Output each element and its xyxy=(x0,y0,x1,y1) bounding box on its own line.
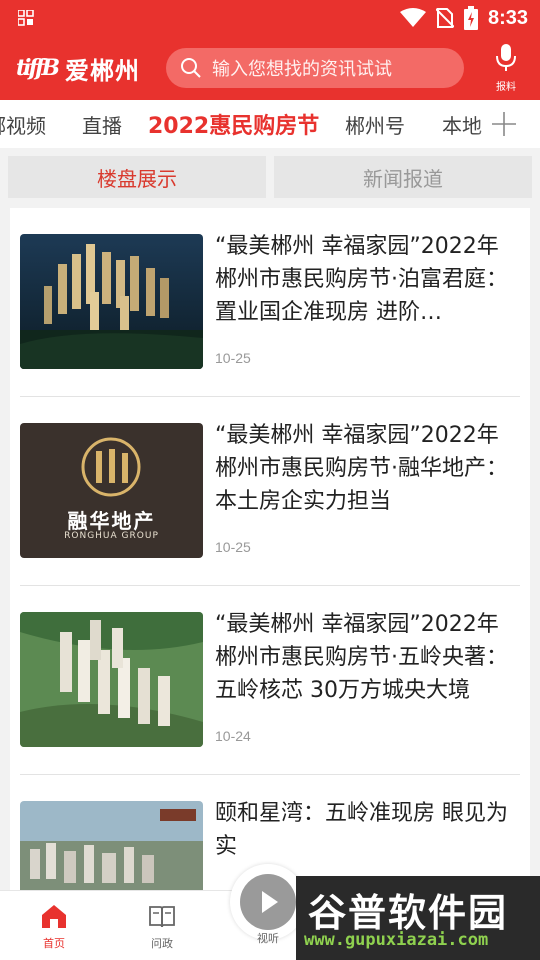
search-bar[interactable]: 输入您想找的资讯试试 xyxy=(166,48,464,88)
play-icon xyxy=(262,891,278,913)
apps-grid-icon xyxy=(18,10,34,26)
news-title: “最美郴州 幸福家园”2022年郴州市惠民购房节·融华地产：本土房企实力担当 xyxy=(215,423,508,514)
news-item[interactable]: 融华地产 RONGHUA GROUP “最美郴州 幸福家园”2022年郴州市惠民… xyxy=(20,397,520,586)
news-thumbnail xyxy=(20,612,203,747)
search-placeholder: 输入您想找的资讯试试 xyxy=(212,59,392,80)
news-item[interactable]: “最美郴州 幸福家园”2022年郴州市惠民购房节·泊富君庭：置业国企准现房 进阶… xyxy=(20,208,520,397)
news-date: 10-25 xyxy=(215,539,251,555)
logo-text: 爱郴州 xyxy=(65,56,141,85)
thumb-brand-text: 融华地产 xyxy=(67,509,156,533)
app-logo[interactable]: tiffB 爱郴州 xyxy=(16,50,140,86)
subtab-news-reports[interactable]: 新闻报道 xyxy=(274,156,532,198)
subtab-property-showcase[interactable]: 楼盘展示 xyxy=(8,156,266,198)
app-header: tiffB 爱郴州 输入您想找的资讯试试 报料 xyxy=(0,36,540,100)
no-sim-icon xyxy=(435,8,454,28)
status-icons: 8:33 xyxy=(399,6,528,30)
nav-inquiry[interactable]: 问政 xyxy=(132,903,192,951)
news-date: 10-25 xyxy=(215,350,251,366)
nav-video-label: 视听 xyxy=(257,932,279,945)
add-channel-icon[interactable] xyxy=(492,112,516,136)
sub-tabs: 楼盘展示 新闻报道 xyxy=(0,148,540,204)
news-thumbnail xyxy=(20,234,203,369)
news-thumbnail xyxy=(20,801,203,890)
watermark-title: 谷普软件园 xyxy=(308,891,509,935)
tab-channel-video[interactable]: 郴视频 xyxy=(0,110,46,139)
news-thumbnail: 融华地产 RONGHUA GROUP xyxy=(20,423,203,558)
news-title: “最美郴州 幸福家园”2022年郴州市惠民购房节·泊富君庭：置业国企准现房 进阶… xyxy=(215,234,508,325)
logo-mark: tiffB xyxy=(16,55,60,81)
tab-channel-housing-festival[interactable]: 2022惠民购房节 xyxy=(148,108,319,140)
video-circle xyxy=(240,874,296,930)
microphone-icon xyxy=(496,44,516,71)
news-list: “最美郴州 幸福家园”2022年郴州市惠民购房节·泊富君庭：置业国企准现房 进阶… xyxy=(10,208,530,890)
tab-channel-chenzhou-hao[interactable]: 郴州号 xyxy=(345,110,405,139)
nav-inquiry-label: 问政 xyxy=(151,937,173,950)
news-item[interactable]: “最美郴州 幸福家园”2022年郴州市惠民购房节·五岭央著：五岭核芯 30万方城… xyxy=(20,586,520,775)
nav-home-label: 首页 xyxy=(43,937,65,950)
channel-tabs: 郴视频 直播 2022惠民购房节 郴州号 本地 xyxy=(0,100,540,148)
report-label: 报料 xyxy=(496,82,516,93)
nav-home[interactable]: 首页 xyxy=(24,903,84,951)
thumb-brand-subtext: RONGHUA GROUP xyxy=(64,531,159,541)
watermark-url: www.gupuxiazai.com xyxy=(304,930,489,950)
battery-charging-icon xyxy=(463,6,478,30)
status-time: 8:33 xyxy=(487,6,528,29)
news-title: “最美郴州 幸福家园”2022年郴州市惠民购房节·五岭央著：五岭核芯 30万方城… xyxy=(215,612,508,703)
home-icon xyxy=(42,905,66,928)
site-watermark: 谷普软件园 www.gupuxiazai.com xyxy=(296,876,540,960)
news-date: 10-24 xyxy=(215,728,251,744)
search-icon xyxy=(181,58,201,78)
news-title: 颐和星湾：五岭准现房 眼见为实 xyxy=(215,801,508,859)
nav-video-button[interactable]: 视听 xyxy=(230,864,306,945)
book-icon xyxy=(149,906,175,928)
report-button[interactable]: 报料 xyxy=(486,44,526,94)
wifi-icon xyxy=(399,8,426,27)
tab-channel-live[interactable]: 直播 xyxy=(82,110,122,139)
status-bar: 8:33 xyxy=(0,0,540,36)
